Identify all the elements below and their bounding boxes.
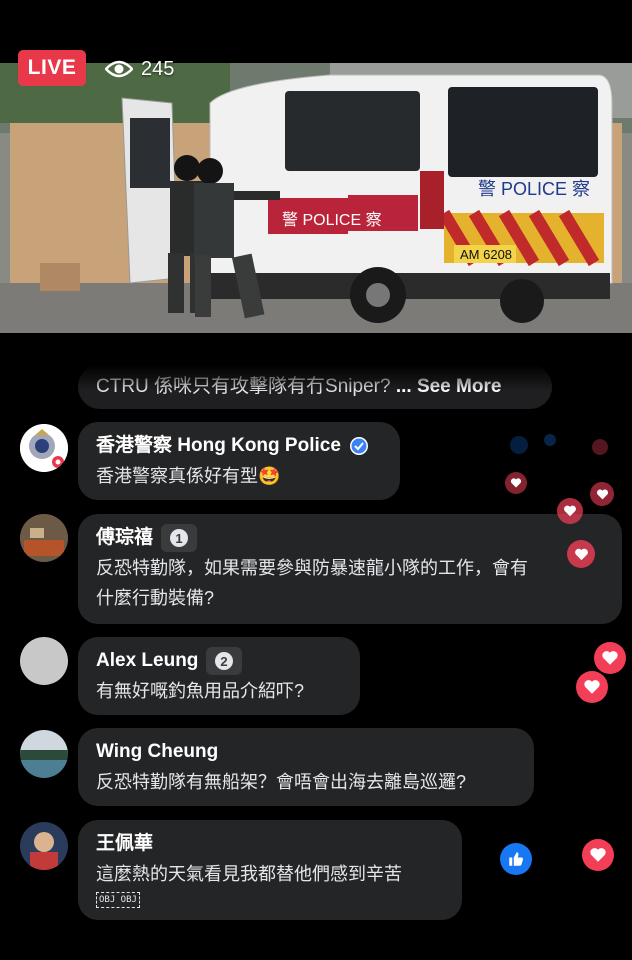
heart-reaction-icon [505, 472, 527, 494]
like-reaction-icon [500, 843, 532, 875]
fan-badge: 2 [206, 647, 243, 675]
comment-text: 這麼熱的天氣看見我都替他們感到辛苦 [96, 864, 402, 884]
top-fade [78, 365, 552, 391]
verified-badge-icon [349, 437, 368, 455]
comment-text: 反恐特勤隊有無船架？會唔會出海去離島巡邏? [96, 772, 467, 792]
commenter-name-text: 香港警察 Hong Kong Police [96, 435, 341, 456]
comment-text: 有無好嘅釣魚用品介紹吓? [96, 681, 305, 701]
eye-icon [105, 60, 133, 78]
viewer-count-value: 245 [141, 57, 175, 80]
avatar-photo [20, 822, 68, 870]
comment-text-line-1: 反恐特勤隊，如果需要參與防暴速龍小隊的工作，會有 [96, 558, 528, 578]
heart-icon [602, 651, 618, 665]
comment-text-line-2: 什麼行動裝備? [96, 588, 215, 608]
heart-icon [564, 505, 576, 517]
heart-reaction-icon [567, 540, 595, 568]
comment-bubble[interactable]: Wing Cheung 反恐特勤隊有無船架？會唔會出海去離島巡邏? [78, 728, 534, 806]
van-rear-text: 警 POLICE 察 [478, 179, 590, 199]
fan-badge-icon: 2 [215, 652, 234, 670]
heart-reaction-icon [594, 642, 626, 674]
commenter-name-text: Alex Leung [96, 650, 199, 671]
van-side-text: 警 POLICE 察 [282, 211, 382, 229]
avatar[interactable] [20, 730, 68, 778]
viewer-count: 245 [105, 55, 174, 83]
heart-reaction-icon [582, 839, 614, 871]
commenter-name-text: 傅琮禧 [96, 527, 154, 548]
comment-text: 香港警察真係好有型🤩 [96, 466, 281, 486]
like-reaction-icon [544, 434, 556, 446]
van-plate: AM 6208 [460, 247, 512, 262]
svg-text:2: 2 [221, 654, 228, 669]
emoji-placeholder: OBJ OBJ [96, 892, 140, 908]
heart-icon [510, 478, 522, 488]
avatar[interactable] [20, 424, 68, 472]
avatar[interactable] [20, 514, 68, 562]
like-reaction-icon [510, 436, 528, 454]
comment-bubble[interactable]: 王佩華 這麼熱的天氣看見我都替他們感到辛苦 OBJ OBJ [78, 820, 462, 920]
fan-badge-icon: 1 [170, 529, 189, 547]
commenter-name[interactable]: 王佩華 [96, 829, 444, 859]
heart-reaction-icon [592, 439, 608, 455]
heart-icon [574, 548, 588, 560]
comment-bubble[interactable]: Alex Leung 2 有無好嘅釣魚用品介紹吓? [78, 637, 360, 715]
truncated-comment[interactable]: CTRU 係咪只有攻擊隊有冇Sniper? ... See More [78, 365, 552, 409]
fan-badge: 1 [161, 524, 198, 552]
heart-icon [596, 489, 608, 499]
avatar-photo [20, 730, 68, 778]
heart-icon [590, 848, 606, 862]
avatar[interactable] [20, 822, 68, 870]
avatar-photo [20, 514, 68, 562]
heart-icon [584, 680, 600, 694]
commenter-name[interactable]: 傅琮禧 1 [96, 523, 604, 553]
heart-reaction-icon [590, 482, 614, 506]
avatar[interactable] [20, 637, 68, 685]
live-video[interactable]: AM 6208 警 POLICE 察 警 POLICE 察 [0, 63, 632, 333]
heart-reaction-icon [576, 671, 608, 703]
commenter-name[interactable]: Wing Cheung [96, 737, 516, 767]
police-crest-icon [20, 424, 68, 472]
commenter-name[interactable]: 香港警察 Hong Kong Police [96, 431, 382, 461]
live-badge: LIVE [18, 50, 86, 86]
svg-text:1: 1 [175, 531, 182, 546]
comment-bubble[interactable]: 傅琮禧 1 反恐特勤隊，如果需要參與防暴速龍小隊的工作，會有 什麼行動裝備? [78, 514, 622, 624]
comment-bubble[interactable]: 香港警察 Hong Kong Police 香港警察真係好有型🤩 [78, 422, 400, 500]
commenter-name[interactable]: Alex Leung 2 [96, 646, 342, 676]
heart-reaction-icon [557, 498, 583, 524]
video-frame: AM 6208 警 POLICE 察 警 POLICE 察 [0, 63, 632, 333]
thumbs-up-icon [509, 852, 523, 866]
